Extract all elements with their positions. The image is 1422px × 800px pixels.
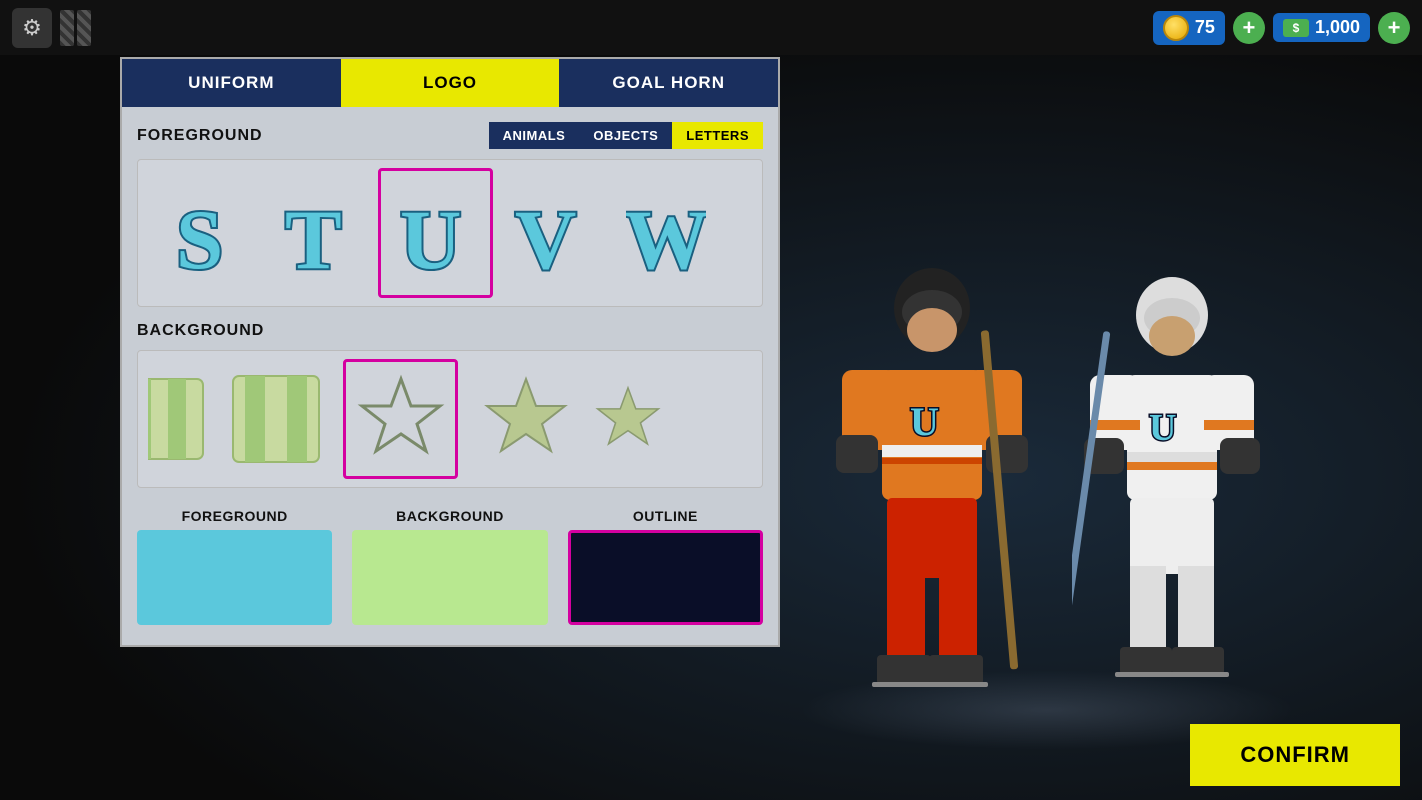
tab-bar: UNIFORM LOGO GOAL HORN — [122, 59, 778, 107]
currency-group: 75 + 1,000 + — [1153, 11, 1410, 45]
add-cash-button[interactable]: + — [1378, 12, 1410, 44]
letter-T[interactable]: T — [263, 168, 378, 298]
letters-grid: S T U V — [137, 159, 763, 307]
shape-partial[interactable] — [148, 359, 208, 479]
customization-panel: UNIFORM LOGO GOAL HORN FOREGROUND ANIMAL… — [120, 57, 780, 647]
filter-buttons: ANIMALS OBJECTS LETTERS — [489, 122, 763, 149]
svg-text:S: S — [176, 193, 223, 283]
colors-row: FOREGROUND BACKGROUND OUTLINE — [137, 508, 763, 625]
foreground-header: FOREGROUND ANIMALS OBJECTS LETTERS — [137, 122, 763, 149]
svg-text:U: U — [400, 193, 461, 283]
shapes-grid — [137, 350, 763, 488]
background-header: BACKGROUND — [137, 322, 763, 340]
tab-uniform[interactable]: UNIFORM — [122, 59, 341, 107]
players-preview: U — [672, 0, 1422, 800]
background-color-swatch[interactable] — [352, 530, 547, 625]
shape-star-partial[interactable] — [593, 359, 663, 479]
top-bar: ⚙ 75 + 1,000 + — [0, 0, 1422, 55]
filter-objects-button[interactable]: OBJECTS — [579, 122, 672, 149]
decorative-stripes — [60, 10, 91, 46]
cash-icon — [1283, 19, 1309, 37]
shape-star-filled[interactable] — [468, 359, 583, 479]
background-color-label: BACKGROUND — [396, 508, 504, 524]
add-coins-button[interactable]: + — [1233, 12, 1265, 44]
gear-icon: ⚙ — [22, 15, 42, 41]
coin-icon — [1163, 15, 1189, 41]
gear-button[interactable]: ⚙ — [12, 8, 52, 48]
letter-V[interactable]: V — [493, 168, 608, 298]
letter-S[interactable]: S — [148, 168, 263, 298]
cash-amount: 1,000 — [1315, 17, 1360, 38]
svg-text:V: V — [515, 193, 576, 283]
player-white: U — [1072, 270, 1272, 730]
foreground-label: FOREGROUND — [137, 127, 263, 145]
coin-display: 75 — [1153, 11, 1225, 45]
foreground-color-swatch[interactable] — [137, 530, 332, 625]
outline-color-swatch[interactable] — [568, 530, 763, 625]
svg-text:T: T — [285, 193, 342, 283]
letter-U[interactable]: U — [378, 168, 493, 298]
outline-color-label: OUTLINE — [633, 508, 698, 524]
letter-W[interactable]: W — [608, 168, 723, 298]
cash-display: 1,000 — [1273, 13, 1370, 42]
background-label: BACKGROUND — [137, 322, 264, 340]
tab-logo[interactable]: LOGO — [341, 59, 560, 107]
coin-amount: 75 — [1195, 17, 1215, 38]
foreground-color-group: FOREGROUND — [137, 508, 332, 625]
outline-color-group: OUTLINE — [568, 508, 763, 625]
svg-text:U: U — [910, 399, 939, 444]
player-orange: U — [822, 260, 1042, 740]
svg-text:U: U — [1149, 407, 1176, 449]
foreground-color-label: FOREGROUND — [182, 508, 288, 524]
panel-content: FOREGROUND ANIMALS OBJECTS LETTERS S T — [122, 107, 778, 645]
svg-text:W: W — [626, 193, 706, 283]
tab-goal-horn[interactable]: GOAL HORN — [559, 59, 778, 107]
shape-star-outline[interactable] — [343, 359, 458, 479]
filter-animals-button[interactable]: ANIMALS — [489, 122, 580, 149]
background-color-group: BACKGROUND — [352, 508, 547, 625]
shape-stripe-double[interactable] — [218, 359, 333, 479]
confirm-button[interactable]: CONFIRM — [1190, 724, 1400, 786]
filter-letters-button[interactable]: LETTERS — [672, 122, 763, 149]
